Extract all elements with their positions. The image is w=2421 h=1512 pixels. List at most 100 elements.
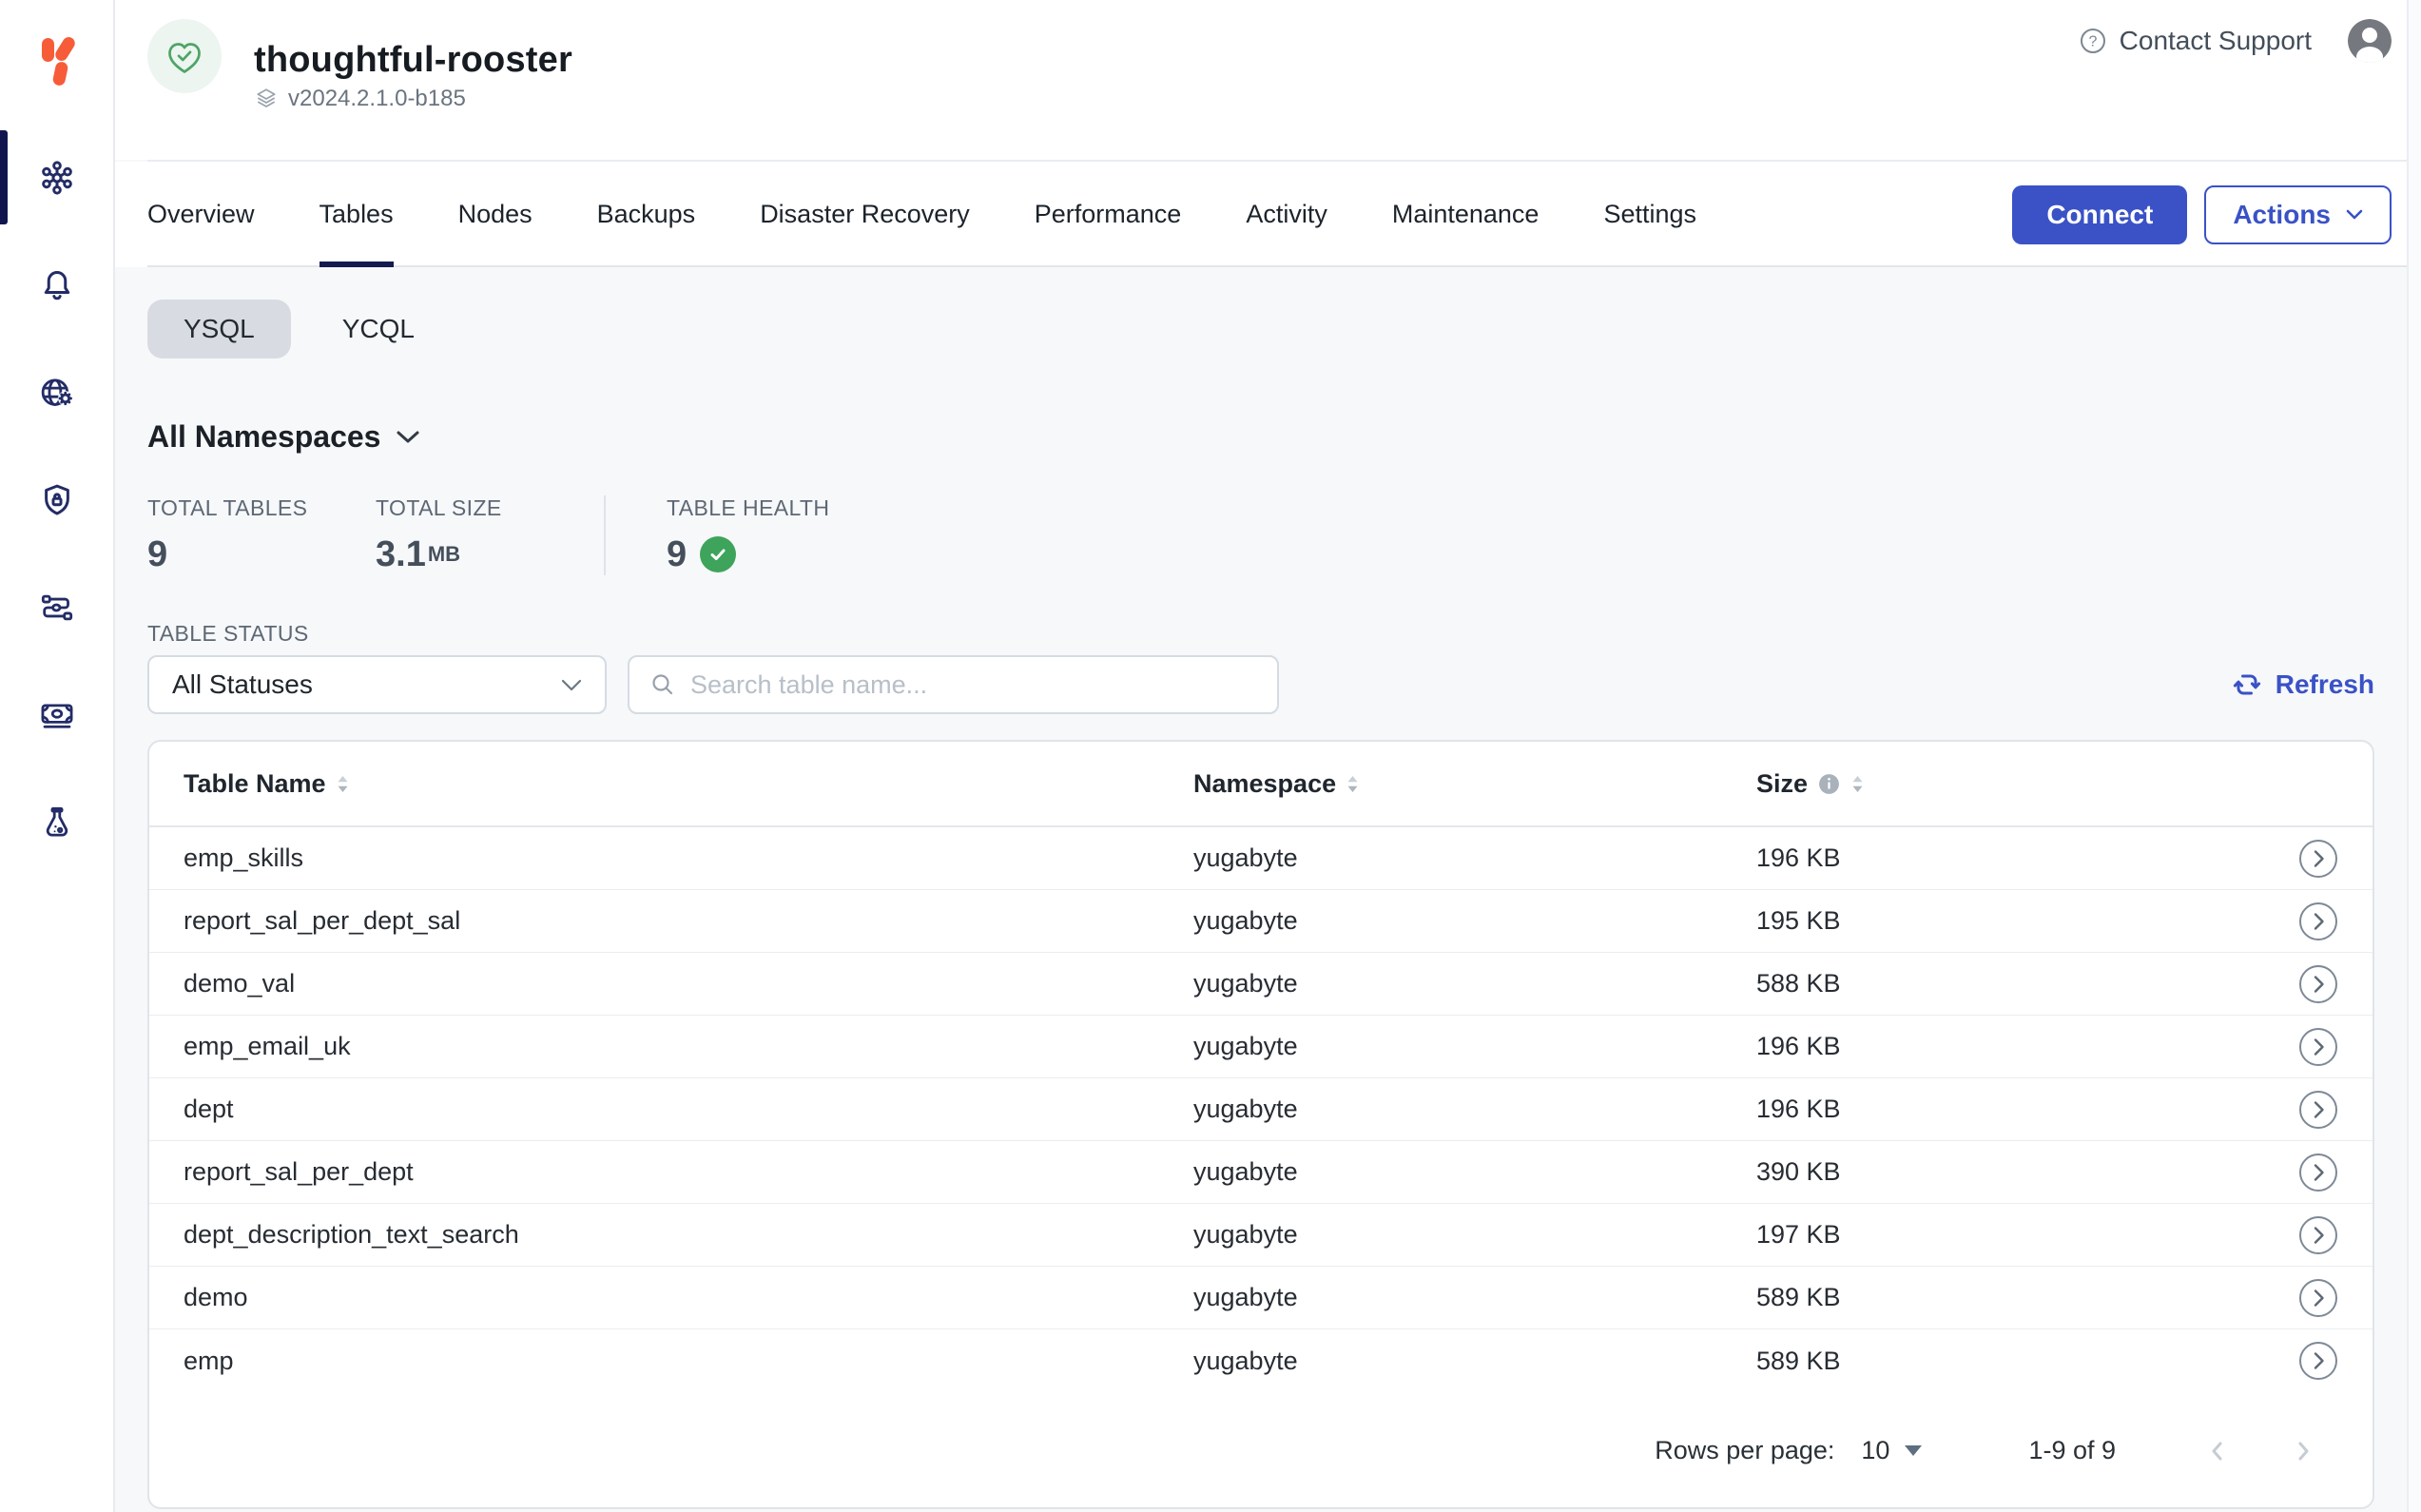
cell-table-name: report_sal_per_dept [184,1157,1193,1187]
table-row[interactable]: demo_val yugabyte 588 KB [149,953,2373,1016]
refresh-button[interactable]: Refresh [2230,668,2374,702]
stat-total-tables: TOTAL TABLES 9 [147,495,376,575]
rows-per-page-select[interactable]: 10 [1861,1436,1922,1465]
cluster-version: v2024.2.1.0-b185 [288,86,466,112]
cell-size: 196 KB [1756,1032,2247,1061]
chevron-down-icon [561,679,582,691]
chevron-right-circle-icon [2298,964,2338,1004]
cell-namespace: yugabyte [1193,969,1756,998]
sidebar-item-integrations[interactable] [0,553,113,661]
cell-table-name: demo_val [184,969,1193,998]
cell-size: 195 KB [1756,906,2247,936]
table-row[interactable]: demo yugabyte 589 KB [149,1267,2373,1329]
sidebar-item-universes[interactable] [0,124,113,231]
chevron-down-icon [396,430,420,444]
actions-button-label: Actions [2233,200,2331,230]
table-search-input[interactable] [690,670,1258,700]
table-row[interactable]: report_sal_per_dept_sal yugabyte 195 KB [149,890,2373,953]
svg-text:?: ? [2088,34,2097,50]
next-page-button[interactable] [2289,1437,2317,1465]
status-filter-select[interactable]: All Statuses [147,655,607,714]
tab-performance[interactable]: Performance [1035,162,1182,267]
open-table-button[interactable] [2298,1027,2338,1067]
open-table-button[interactable] [2298,1341,2338,1381]
person-icon [2348,19,2392,63]
api-type-toggle: YSQL YCQL [147,300,2374,359]
tab-settings[interactable]: Settings [1603,162,1696,267]
cell-namespace: yugabyte [1193,1347,1756,1376]
chevron-right-circle-icon [2298,1153,2338,1192]
stat-total-size: TOTAL SIZE 3.1 MB [376,495,604,575]
main-area: thoughtful-rooster v2024.2.1.0-b185 [115,0,2407,1512]
cell-namespace: yugabyte [1193,1283,1756,1312]
stat-value: 9 [147,533,376,575]
user-avatar[interactable] [2348,19,2392,63]
table-row[interactable]: dept_description_text_search yugabyte 19… [149,1204,2373,1267]
namespace-selector[interactable]: All Namespaces [147,417,420,456]
search-icon [649,670,677,699]
tab-nodes[interactable]: Nodes [458,162,533,267]
toggle-ycql[interactable]: YCQL [316,300,441,359]
table-row[interactable]: report_sal_per_dept yugabyte 390 KB [149,1141,2373,1204]
tab-row-actions: Connect Actions [2012,162,2392,267]
tab-maintenance[interactable]: Maintenance [1392,162,1540,267]
table-row[interactable]: dept yugabyte 196 KB [149,1078,2373,1141]
sidebar-item-security[interactable] [0,446,113,553]
actions-button[interactable]: Actions [2204,185,2392,244]
chevron-right-circle-icon [2298,839,2338,879]
connect-button[interactable]: Connect [2012,185,2187,244]
sidebar-item-cloud-config[interactable] [0,339,113,446]
chevron-left-icon [2203,1437,2232,1465]
previous-page-button[interactable] [2203,1437,2232,1465]
cell-size: 196 KB [1756,1095,2247,1124]
open-table-button[interactable] [2298,964,2338,1004]
column-header-size[interactable]: Size [1756,769,2247,799]
table-row[interactable]: emp_skills yugabyte 196 KB [149,827,2373,890]
table-search-box [628,655,1279,714]
table-row[interactable]: emp yugabyte 589 KB [149,1329,2373,1392]
tab-disaster-recovery[interactable]: Disaster Recovery [760,162,970,267]
table-status-label: TABLE STATUS [147,621,2374,646]
open-table-button[interactable] [2298,1278,2338,1318]
open-table-button[interactable] [2298,1153,2338,1192]
tab-backups[interactable]: Backups [597,162,696,267]
chevron-right-circle-icon [2298,901,2338,941]
chevron-down-icon [2346,209,2363,220]
rows-per-page-label: Rows per page: [1655,1436,1834,1465]
sidebar-item-labs[interactable] [0,768,113,876]
table-row[interactable]: emp_email_uk yugabyte 196 KB [149,1016,2373,1078]
cell-table-name: report_sal_per_dept_sal [184,906,1193,936]
scrollbar-gutter[interactable] [2407,0,2421,1512]
open-table-button[interactable] [2298,901,2338,941]
sidebar-item-billing[interactable] [0,661,113,768]
sidebar [0,0,115,1512]
stat-label: TABLE HEALTH [667,495,829,520]
cluster-title-block: thoughtful-rooster v2024.2.1.0-b185 [254,38,572,112]
table-body: emp_skills yugabyte 196 KB report_sal_pe… [149,827,2373,1392]
refresh-label: Refresh [2276,669,2374,700]
open-table-button[interactable] [2298,1215,2338,1255]
toggle-ysql[interactable]: YSQL [147,300,291,359]
shield-lock-icon [37,480,77,520]
contact-support-button[interactable]: ? Contact Support [2078,26,2312,56]
heart-check-icon [162,33,207,79]
tab-activity[interactable]: Activity [1246,162,1327,267]
chevron-right-circle-icon [2298,1341,2338,1381]
tables-content: YSQL YCQL All Namespaces TOTAL TABLES 9 T… [115,267,2407,1512]
info-icon[interactable] [1817,772,1841,796]
yugabyte-logo[interactable] [0,0,113,124]
table-header-row: Table Name Namespace Size [149,742,2373,827]
flow-icon [37,588,77,628]
stat-label: TOTAL TABLES [147,495,376,520]
tab-tables[interactable]: Tables [320,162,394,267]
cell-table-name: emp [184,1347,1193,1376]
open-table-button[interactable] [2298,839,2338,879]
sidebar-item-alerts[interactable] [0,231,113,339]
cell-table-name: demo [184,1283,1193,1312]
column-header-namespace[interactable]: Namespace [1193,769,1756,799]
column-header-table-name[interactable]: Table Name [184,769,1193,799]
open-table-button[interactable] [2298,1090,2338,1130]
cell-table-name: emp_skills [184,843,1193,873]
tab-overview[interactable]: Overview [147,162,255,267]
cell-size: 589 KB [1756,1347,2247,1376]
